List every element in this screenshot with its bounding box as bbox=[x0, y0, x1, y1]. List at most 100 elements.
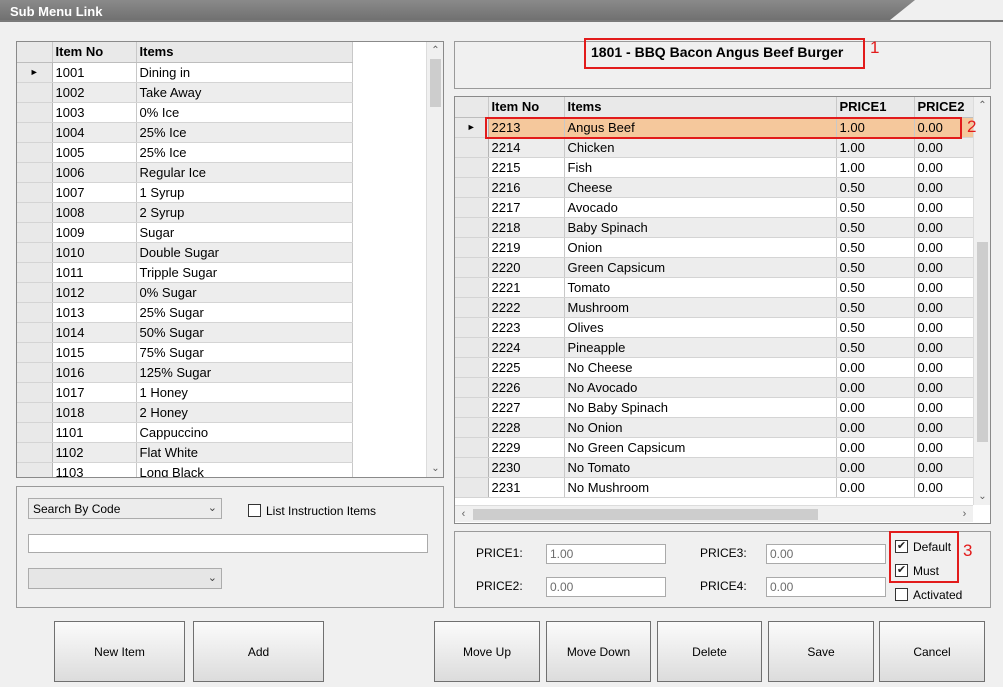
table-row[interactable]: 1018 2 Honey bbox=[17, 402, 353, 423]
cell-item-no[interactable]: 1011 bbox=[52, 262, 137, 283]
cell-item-name[interactable]: Double Sugar bbox=[136, 242, 353, 263]
cell-price1[interactable]: 0.50 bbox=[836, 277, 915, 298]
row-header[interactable] bbox=[17, 242, 53, 263]
cell-item-no[interactable]: 2217 bbox=[488, 197, 565, 218]
cell-item-no[interactable]: 1001 bbox=[52, 62, 137, 83]
cell-item-no[interactable]: 2220 bbox=[488, 257, 565, 278]
row-header[interactable] bbox=[17, 102, 53, 123]
cell-item-no[interactable]: 1103 bbox=[52, 462, 137, 477]
scroll-thumb[interactable] bbox=[977, 242, 988, 442]
cell-item-no[interactable]: 2226 bbox=[488, 377, 565, 398]
cell-item-no[interactable]: 2213 bbox=[488, 117, 565, 138]
scroll-up-arrow-icon[interactable]: ⌃ bbox=[427, 42, 443, 59]
table-row[interactable]: 1014 50% Sugar bbox=[17, 322, 353, 343]
cell-price1[interactable]: 0.50 bbox=[836, 337, 915, 358]
left-item-grid[interactable]: Item No Items ► 1001 Dining in 1002 Take Awa… bbox=[16, 41, 444, 478]
cell-item-name[interactable]: Fish bbox=[564, 157, 837, 178]
cell-item-no[interactable]: 2216 bbox=[488, 177, 565, 198]
cell-item-no[interactable]: 1007 bbox=[52, 182, 137, 203]
row-header[interactable] bbox=[17, 82, 53, 103]
cell-item-no[interactable]: 1017 bbox=[52, 382, 137, 403]
cell-item-no[interactable]: 2230 bbox=[488, 457, 565, 478]
table-row[interactable]: 1004 25% Ice bbox=[17, 122, 353, 143]
cell-price1[interactable]: 0.50 bbox=[836, 217, 915, 238]
cell-item-name[interactable]: 25% Ice bbox=[136, 122, 353, 143]
cell-price2[interactable]: 0.00 bbox=[914, 477, 976, 498]
row-header[interactable] bbox=[17, 142, 53, 163]
sub-grid-horizontal-scrollbar[interactable]: ‹ › bbox=[455, 505, 973, 522]
cell-price2[interactable]: 0.00 bbox=[914, 437, 976, 458]
must-checkbox[interactable]: ✔ bbox=[895, 564, 908, 577]
cell-price1[interactable]: 0.50 bbox=[836, 297, 915, 318]
cell-item-name[interactable]: Sugar bbox=[136, 222, 353, 243]
table-row[interactable]: 2231 No Mushroom 0.00 0.00 bbox=[455, 477, 976, 498]
cell-item-name[interactable]: No Mushroom bbox=[564, 477, 837, 498]
cell-item-no[interactable]: 1013 bbox=[52, 302, 137, 323]
row-header[interactable] bbox=[17, 282, 53, 303]
scroll-thumb[interactable] bbox=[430, 59, 441, 107]
cell-price2[interactable]: 0.00 bbox=[914, 317, 976, 338]
cell-item-name[interactable]: Cheese bbox=[564, 177, 837, 198]
row-header[interactable] bbox=[17, 462, 53, 477]
cell-item-name[interactable]: No Tomato bbox=[564, 457, 837, 478]
table-row[interactable]: 1009 Sugar bbox=[17, 222, 353, 243]
table-row[interactable]: 1002 Take Away bbox=[17, 82, 353, 103]
cell-item-name[interactable]: Pineapple bbox=[564, 337, 837, 358]
cell-item-no[interactable]: 1008 bbox=[52, 202, 137, 223]
scroll-right-arrow-icon[interactable]: › bbox=[956, 506, 973, 523]
move-up-button[interactable]: Move Up bbox=[434, 621, 540, 682]
row-header[interactable] bbox=[455, 437, 489, 458]
row-header[interactable] bbox=[455, 417, 489, 438]
cell-price2[interactable]: 0.00 bbox=[914, 257, 976, 278]
row-header[interactable] bbox=[455, 217, 489, 238]
table-row[interactable]: 2226 No Avocado 0.00 0.00 bbox=[455, 377, 976, 398]
cell-price2[interactable]: 0.00 bbox=[914, 197, 976, 218]
cell-item-name[interactable]: Mushroom bbox=[564, 297, 837, 318]
cell-price2[interactable]: 0.00 bbox=[914, 377, 976, 398]
cell-price2[interactable]: 0.00 bbox=[914, 137, 976, 158]
table-row[interactable]: 2217 Avocado 0.50 0.00 bbox=[455, 197, 976, 218]
price3-input[interactable]: 0.00 bbox=[766, 544, 886, 564]
cell-item-name[interactable]: 25% Ice bbox=[136, 142, 353, 163]
save-button[interactable]: Save bbox=[768, 621, 874, 682]
table-row[interactable]: 2221 Tomato 0.50 0.00 bbox=[455, 277, 976, 298]
row-header[interactable] bbox=[17, 422, 53, 443]
new-item-button[interactable]: New Item bbox=[54, 621, 185, 682]
price4-input[interactable]: 0.00 bbox=[766, 577, 886, 597]
scroll-down-arrow-icon[interactable]: ⌄ bbox=[427, 460, 443, 477]
cell-item-name[interactable]: Cappuccino bbox=[136, 422, 353, 443]
row-header[interactable] bbox=[455, 377, 489, 398]
cell-item-name[interactable]: Onion bbox=[564, 237, 837, 258]
table-row[interactable]: 1017 1 Honey bbox=[17, 382, 353, 403]
row-header[interactable] bbox=[455, 197, 489, 218]
row-header[interactable] bbox=[17, 302, 53, 323]
row-header[interactable] bbox=[455, 237, 489, 258]
cell-item-name[interactable]: Tomato bbox=[564, 277, 837, 298]
cell-item-name[interactable]: Angus Beef bbox=[564, 117, 837, 138]
cell-price1[interactable]: 1.00 bbox=[836, 117, 915, 138]
cell-item-name[interactable]: Flat White bbox=[136, 442, 353, 463]
table-row[interactable]: 2214 Chicken 1.00 0.00 bbox=[455, 137, 976, 158]
cell-price2[interactable]: 0.00 bbox=[914, 277, 976, 298]
delete-button[interactable]: Delete bbox=[657, 621, 762, 682]
table-row[interactable]: 1003 0% Ice bbox=[17, 102, 353, 123]
cell-item-no[interactable]: 2225 bbox=[488, 357, 565, 378]
table-row[interactable]: 2228 No Onion 0.00 0.00 bbox=[455, 417, 976, 438]
cell-item-no[interactable]: 2227 bbox=[488, 397, 565, 418]
row-header[interactable] bbox=[455, 337, 489, 358]
table-row[interactable]: 1016 125% Sugar bbox=[17, 362, 353, 383]
row-pointer-icon[interactable]: ► bbox=[17, 62, 53, 83]
row-header[interactable] bbox=[17, 262, 53, 283]
cell-item-no[interactable]: 2214 bbox=[488, 137, 565, 158]
scroll-up-arrow-icon[interactable]: ⌃ bbox=[974, 97, 990, 114]
cell-price1[interactable]: 0.50 bbox=[836, 257, 915, 278]
cell-item-no[interactable]: 1009 bbox=[52, 222, 137, 243]
cell-price2[interactable]: 0.00 bbox=[914, 117, 976, 138]
table-row[interactable]: 2229 No Green Capsicum 0.00 0.00 bbox=[455, 437, 976, 458]
cell-item-name[interactable]: Dining in bbox=[136, 62, 353, 83]
cell-item-no[interactable]: 1101 bbox=[52, 422, 137, 443]
row-header[interactable] bbox=[17, 382, 53, 403]
table-row[interactable]: 2227 No Baby Spinach 0.00 0.00 bbox=[455, 397, 976, 418]
scroll-down-arrow-icon[interactable]: ⌄ bbox=[974, 488, 990, 505]
table-row[interactable]: 2215 Fish 1.00 0.00 bbox=[455, 157, 976, 178]
